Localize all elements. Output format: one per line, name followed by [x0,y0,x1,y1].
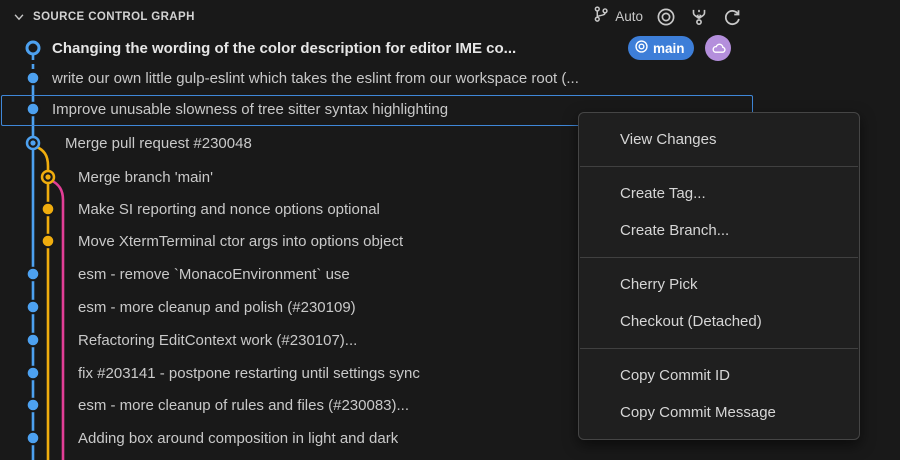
commit-message: Merge branch 'main' [78,169,213,186]
git-fetch-icon[interactable] [689,7,709,27]
commit-message: Move XtermTerminal ctor args into option… [78,233,403,250]
refresh-icon[interactable] [722,7,742,27]
menu-item-view-changes[interactable]: View Changes [579,121,859,158]
target-icon[interactable] [656,7,676,27]
commit-message: esm - remove `MonacoEnvironment` use [78,266,350,283]
branch-badge: main [628,36,694,60]
chevron-down-icon[interactable] [12,10,26,24]
commit-row[interactable]: Changing the wording of the color descri… [0,37,753,59]
commit-message: Merge pull request #230048 [65,135,252,152]
commit-message: esm - more cleanup of rules and files (#… [78,397,409,414]
commit-row[interactable]: write our own little gulp-eslint which t… [0,67,753,89]
commit-message: esm - more cleanup and polish (#230109) [78,299,356,316]
menu-item-cherry-pick[interactable]: Cherry Pick [579,266,859,303]
menu-item-create-branch[interactable]: Create Branch... [579,212,859,249]
git-branch-icon [592,5,610,28]
commit-message: Adding box around composition in light a… [78,430,398,447]
commit-message: fix #203141 - postpone restarting until … [78,365,420,382]
commit-context-menu: View Changes Create Tag... Create Branch… [578,112,860,440]
source-control-graph-header: SOURCE CONTROL GRAPH Auto [0,0,900,33]
commit-message: Refactoring EditContext work (#230107)..… [78,332,357,349]
panel-title: SOURCE CONTROL GRAPH [33,11,195,23]
commit-message: Make SI reporting and nonce options opti… [78,201,380,218]
menu-item-checkout-detached[interactable]: Checkout (Detached) [579,303,859,340]
menu-item-copy-commit-id[interactable]: Copy Commit ID [579,357,859,394]
menu-separator [580,166,858,167]
cloud-badge [705,35,731,61]
cloud-icon [710,40,727,57]
auto-label: Auto [615,9,643,24]
commit-message: Improve unusable slowness of tree sitter… [52,101,448,118]
repository-picker-button[interactable]: Auto [592,5,643,28]
menu-item-create-tag[interactable]: Create Tag... [579,175,859,212]
menu-separator [580,257,858,258]
branch-badge-label: main [653,41,685,56]
commit-message: write our own little gulp-eslint which t… [52,70,579,87]
target-icon [634,39,649,57]
commit-message: Changing the wording of the color descri… [52,40,516,57]
menu-separator [580,348,858,349]
menu-item-copy-commit-message[interactable]: Copy Commit Message [579,394,859,431]
header-actions: Auto [592,0,742,33]
